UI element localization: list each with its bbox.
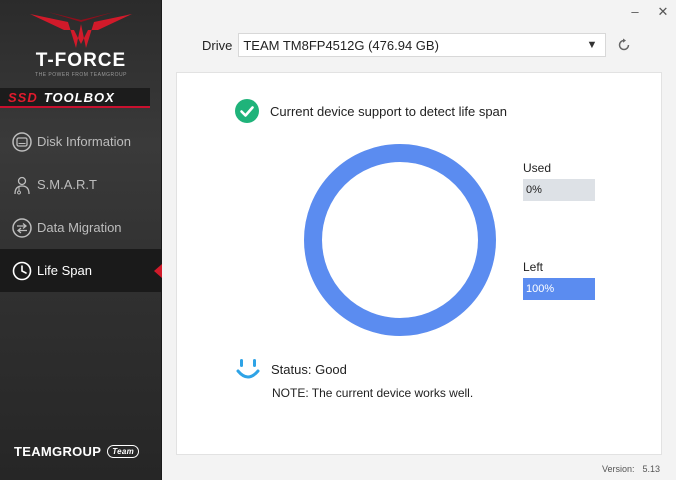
sidebar-item-label: Life Span bbox=[37, 263, 92, 278]
life-span-panel: Current device support to detect life sp… bbox=[176, 72, 662, 455]
version-value: 5.13 bbox=[642, 464, 660, 474]
used-value: 0% bbox=[523, 179, 595, 201]
sidebar-item-life-span[interactable]: Life Span bbox=[0, 249, 162, 292]
toolbox-suffix: TOOLBOX bbox=[43, 89, 115, 105]
note-text: NOTE: The current device works well. bbox=[272, 386, 474, 400]
support-text: Current device support to detect life sp… bbox=[270, 103, 508, 119]
used-label: Used bbox=[523, 161, 552, 175]
left-meter: Left 100% bbox=[523, 260, 595, 300]
left-value: 100% bbox=[523, 278, 595, 300]
sidebar-item-label: S.M.A.R.T bbox=[37, 177, 97, 192]
tforce-wing-logo-icon bbox=[30, 12, 132, 48]
sidebar-item-label: Disk Information bbox=[37, 134, 131, 149]
drive-select[interactable]: TEAM TM8FP4512G (476.94 GB) ▼ bbox=[238, 33, 607, 57]
smiley-icon bbox=[236, 359, 260, 379]
minimize-button[interactable]: – bbox=[628, 4, 642, 20]
sidebar-item-disk-information[interactable]: Disk Information bbox=[0, 120, 162, 163]
close-button[interactable]: ✕ bbox=[656, 4, 670, 20]
used-meter: Used 0% bbox=[523, 161, 595, 201]
refresh-icon bbox=[619, 38, 630, 51]
status-text: Status: Good bbox=[271, 361, 347, 377]
ssd-toolbox-banner: SSD TOOLBOX bbox=[0, 88, 150, 108]
drive-selected-value: TEAM TM8FP4512G (476.94 GB) bbox=[243, 37, 439, 53]
left-label: Left bbox=[523, 260, 544, 274]
refresh-button[interactable] bbox=[616, 37, 632, 53]
doctor-icon bbox=[12, 175, 32, 195]
brand-title: T-FORCE bbox=[35, 50, 127, 71]
sidebar-item-label: Data Migration bbox=[37, 220, 122, 235]
sidebar: T-FORCE THE POWER FROM TEAMGROUP SSD TOO… bbox=[0, 0, 162, 480]
drive-label: Drive bbox=[202, 37, 233, 53]
chevron-down-icon: ▼ bbox=[586, 39, 598, 51]
life-span-ring bbox=[304, 144, 496, 336]
clock-icon bbox=[12, 261, 32, 281]
support-row: Current device support to detect life sp… bbox=[235, 99, 507, 123]
team-badge: Team bbox=[107, 445, 140, 458]
disk-icon bbox=[12, 131, 32, 152]
brand-header: T-FORCE THE POWER FROM TEAMGROUP bbox=[0, 0, 162, 88]
window-controls: – ✕ bbox=[628, 4, 670, 20]
status-row: Status: Good bbox=[235, 356, 347, 382]
teamgroup-logo: TEAMGROUP Team bbox=[14, 444, 140, 459]
sidebar-item-smart[interactable]: S.M.A.R.T bbox=[0, 163, 162, 206]
migration-icon bbox=[12, 217, 32, 238]
brand-tagline: THE POWER FROM TEAMGROUP bbox=[35, 72, 127, 78]
sidebar-item-data-migration[interactable]: Data Migration bbox=[0, 206, 162, 249]
teamgroup-wordmark: TEAMGROUP bbox=[14, 444, 102, 459]
ring-fill-left bbox=[304, 144, 496, 336]
drive-row: Drive TEAM TM8FP4512G (476.94 GB) ▼ bbox=[202, 33, 632, 57]
version-label: Version: bbox=[601, 464, 635, 474]
main-content: – ✕ Drive TEAM TM8FP4512G (476.94 GB) ▼ … bbox=[162, 0, 676, 480]
version-info: Version: 5.13 bbox=[602, 464, 660, 474]
check-circle-icon bbox=[235, 99, 259, 123]
toolbox-prefix: SSD bbox=[8, 89, 38, 105]
sidebar-nav: Disk Information S.M.A.R.T Data Migratio… bbox=[0, 120, 162, 292]
